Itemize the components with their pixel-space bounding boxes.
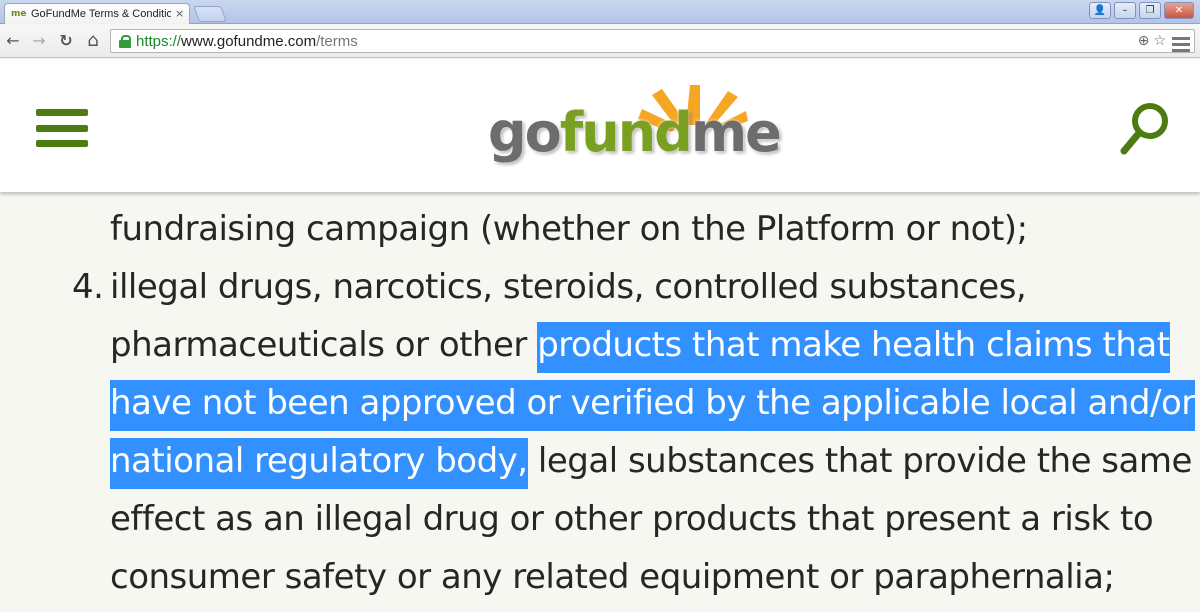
reload-button[interactable]: ↻ bbox=[55, 31, 77, 51]
home-button[interactable]: ⌂ bbox=[82, 31, 104, 51]
site-header: gofundme bbox=[0, 59, 1200, 192]
secure-lock-icon bbox=[119, 35, 131, 48]
highlighted-text: products that make health claims that bbox=[537, 322, 1170, 373]
terms-text: fundraising campaign (whether on the Pla… bbox=[110, 200, 1200, 606]
tab-title: GoFundMe Terms & Condition bbox=[31, 8, 171, 20]
url-path: /terms bbox=[316, 32, 358, 50]
search-icon[interactable] bbox=[1120, 101, 1172, 157]
browser-toolbar: ← → ↻ ⌂ https://www.gofundme.com/terms ⊕… bbox=[0, 25, 1200, 58]
url-host: www.gofundme.com bbox=[181, 32, 317, 50]
list-number: 4. bbox=[72, 267, 104, 307]
address-bar[interactable]: https://www.gofundme.com/terms ⊕ ☆ bbox=[110, 29, 1195, 53]
back-button[interactable]: ← bbox=[2, 31, 24, 51]
gofundme-logo[interactable]: gofundme bbox=[488, 81, 782, 191]
logo-wordmark: gofundme bbox=[488, 101, 782, 164]
forward-button[interactable]: → bbox=[28, 31, 50, 51]
user-profile-icon[interactable]: 👤 bbox=[1089, 2, 1111, 19]
gofundme-favicon-icon: me bbox=[11, 9, 27, 19]
bookmark-star-icon[interactable]: ☆ bbox=[1153, 32, 1166, 50]
tab-close-icon[interactable]: × bbox=[175, 7, 184, 21]
terms-content: 4. fundraising campaign (whether on the … bbox=[0, 192, 1200, 612]
browser-tab[interactable]: me GoFundMe Terms & Condition × bbox=[4, 3, 190, 24]
text-line: pharmaceuticals or other products that m… bbox=[110, 316, 1200, 374]
logo-fund: fund bbox=[559, 101, 693, 164]
text-line: fundraising campaign (whether on the Pla… bbox=[110, 209, 1028, 249]
text-plain: pharmaceuticals or other bbox=[110, 325, 538, 365]
text-line: effect as an illegal drug or other produ… bbox=[110, 499, 1154, 539]
logo-me: me bbox=[690, 101, 782, 164]
minimize-button[interactable]: – bbox=[1114, 2, 1136, 19]
url-scheme: https:// bbox=[136, 32, 182, 50]
text-line: consumer safety or any related equipment… bbox=[110, 557, 1115, 597]
zoom-icon[interactable]: ⊕ bbox=[1138, 32, 1150, 50]
logo-go: go bbox=[488, 101, 562, 164]
browser-tab-strip: me GoFundMe Terms & Condition × 👤 – ❐ ✕ bbox=[0, 0, 1200, 24]
restore-button[interactable]: ❐ bbox=[1139, 2, 1161, 19]
new-tab-button[interactable] bbox=[193, 6, 227, 22]
window-controls: 👤 – ❐ ✕ bbox=[1089, 2, 1194, 19]
hamburger-menu-icon[interactable] bbox=[36, 109, 88, 147]
url-text[interactable]: https://www.gofundme.com/terms bbox=[136, 33, 358, 50]
highlighted-text: have not been approved or verified by th… bbox=[110, 380, 1195, 431]
omnibox-actions: ⊕ ☆ bbox=[1138, 32, 1166, 50]
text-plain: legal substances that provide the same bbox=[527, 441, 1193, 481]
text-line: national regulatory body, legal substanc… bbox=[110, 432, 1200, 490]
close-window-button[interactable]: ✕ bbox=[1164, 2, 1194, 19]
text-line: have not been approved or verified by th… bbox=[110, 374, 1200, 432]
highlighted-text: national regulatory body, bbox=[110, 438, 528, 489]
text-line: illegal drugs, narcotics, steroids, cont… bbox=[110, 267, 1027, 307]
chrome-menu-icon[interactable] bbox=[1172, 37, 1190, 55]
